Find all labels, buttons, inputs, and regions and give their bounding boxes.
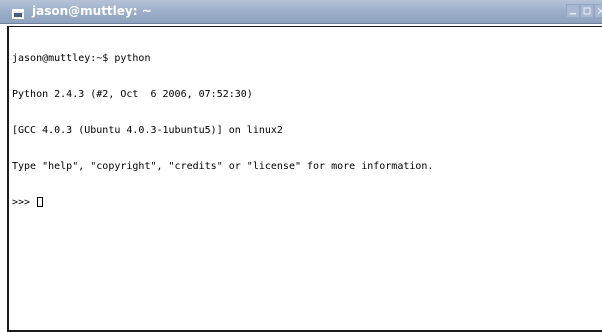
terminal-line: jason@muttley:~$ python <box>12 53 151 64</box>
terminal-line: Python 2.4.3 (#2, Oct 6 2006, 07:52:30) <box>12 89 253 100</box>
maximize-icon <box>583 7 591 15</box>
terminal-prompt-line: >>> <box>12 197 433 209</box>
close-icon <box>597 7 602 15</box>
maximize-button[interactable] <box>580 4 594 18</box>
terminal-line: [GCC 4.0.3 (Ubuntu 4.0.3-1ubuntu5)] on l… <box>12 125 283 136</box>
terminal-line: Type "help", "copyright", "credits" or "… <box>12 161 434 172</box>
minimize-button[interactable] <box>566 4 580 18</box>
terminal-window: jason@muttley: ~ jason@muttley:~$ python… <box>0 0 602 332</box>
title-bar[interactable]: jason@muttley: ~ <box>0 0 602 24</box>
python-prompt: >>> <box>12 197 37 208</box>
window-title: jason@muttley: ~ <box>32 4 152 18</box>
terminal-output: jason@muttley:~$ python Python 2.4.3 (#2… <box>12 29 433 233</box>
close-button[interactable] <box>594 4 602 18</box>
minimize-icon <box>570 13 576 15</box>
terminal-icon[interactable] <box>12 6 24 19</box>
text-cursor <box>37 197 44 207</box>
terminal-area[interactable]: jason@muttley:~$ python Python 2.4.3 (#2… <box>7 26 602 332</box>
